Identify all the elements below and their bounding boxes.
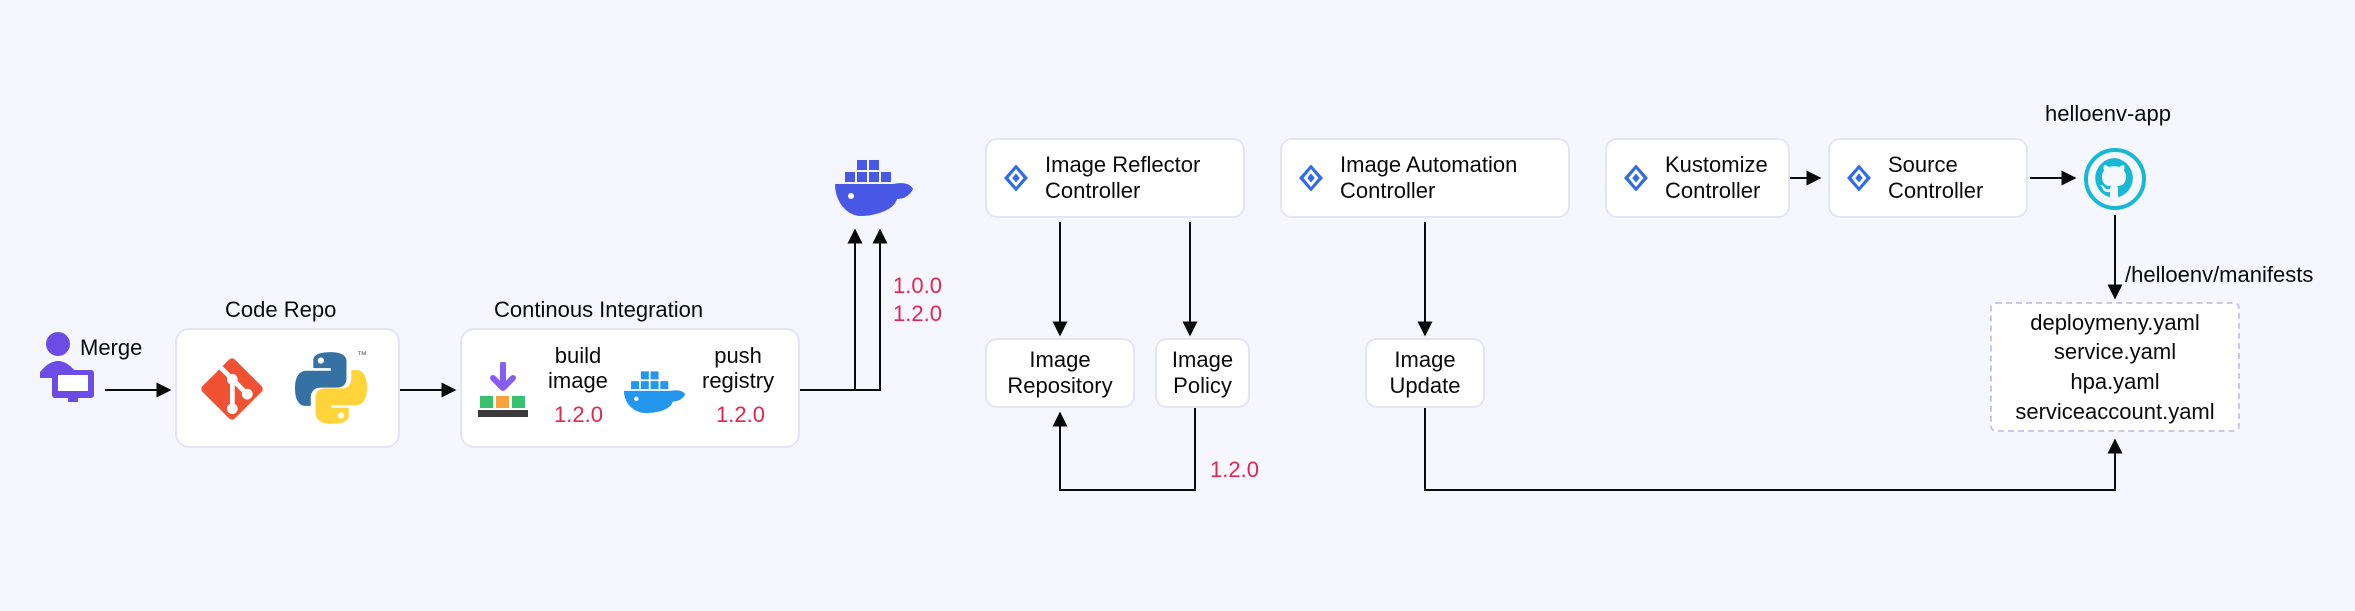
policy-version: 1.2.0 [1210,457,1259,483]
docker-icon [624,366,686,414]
github-icon [2084,148,2146,210]
docker-registry-icon [835,154,915,216]
source-controller-card: Source Controller [1828,138,2028,218]
code-repo-title: Code Repo [225,297,336,323]
manifest-file: hpa.yaml [2070,367,2159,397]
image-reflector-controller-card: Image Reflector Controller [985,138,1245,218]
image-update-card: Image Update [1365,338,1485,408]
kustomize-controller-card: Kustomize Controller [1605,138,1790,218]
build-version: 1.2.0 [554,402,603,428]
manifests-card: deploymeny.yaml service.yaml hpa.yaml se… [1990,302,2240,432]
manifests-path-label: /helloenv/manifests [2125,262,2313,288]
push-version: 1.2.0 [716,402,765,428]
image-repository-card: Image Repository [985,338,1135,408]
kustomize-controller-label: Kustomize Controller [1665,152,1768,205]
image-policy-card: Image Policy [1155,338,1250,408]
image-reflector-controller-label: Image Reflector Controller [1045,152,1200,205]
build-image-label: build image [548,343,608,394]
registry-versions: 1.0.0 1.2.0 [893,272,942,327]
code-repo-card: ™ [175,328,400,448]
source-controller-label: Source Controller [1888,152,1983,205]
ci-title: Continous Integration [494,297,703,323]
flux-icon [1621,163,1651,193]
build-icon [478,362,528,422]
image-automation-controller-card: Image Automation Controller [1280,138,1570,218]
python-icon [295,352,367,424]
git-icon [201,358,263,420]
flux-icon [1001,163,1031,193]
flux-icon [1296,163,1326,193]
push-registry-label: push registry [702,343,774,394]
manifest-file: serviceaccount.yaml [2015,397,2214,427]
flux-icon [1844,163,1874,193]
manifest-file: service.yaml [2054,337,2176,367]
merge-label: Merge [80,335,142,361]
app-name-label: helloenv-app [2045,101,2171,127]
manifest-file: deploymeny.yaml [2030,308,2200,338]
image-automation-controller-label: Image Automation Controller [1340,152,1517,205]
